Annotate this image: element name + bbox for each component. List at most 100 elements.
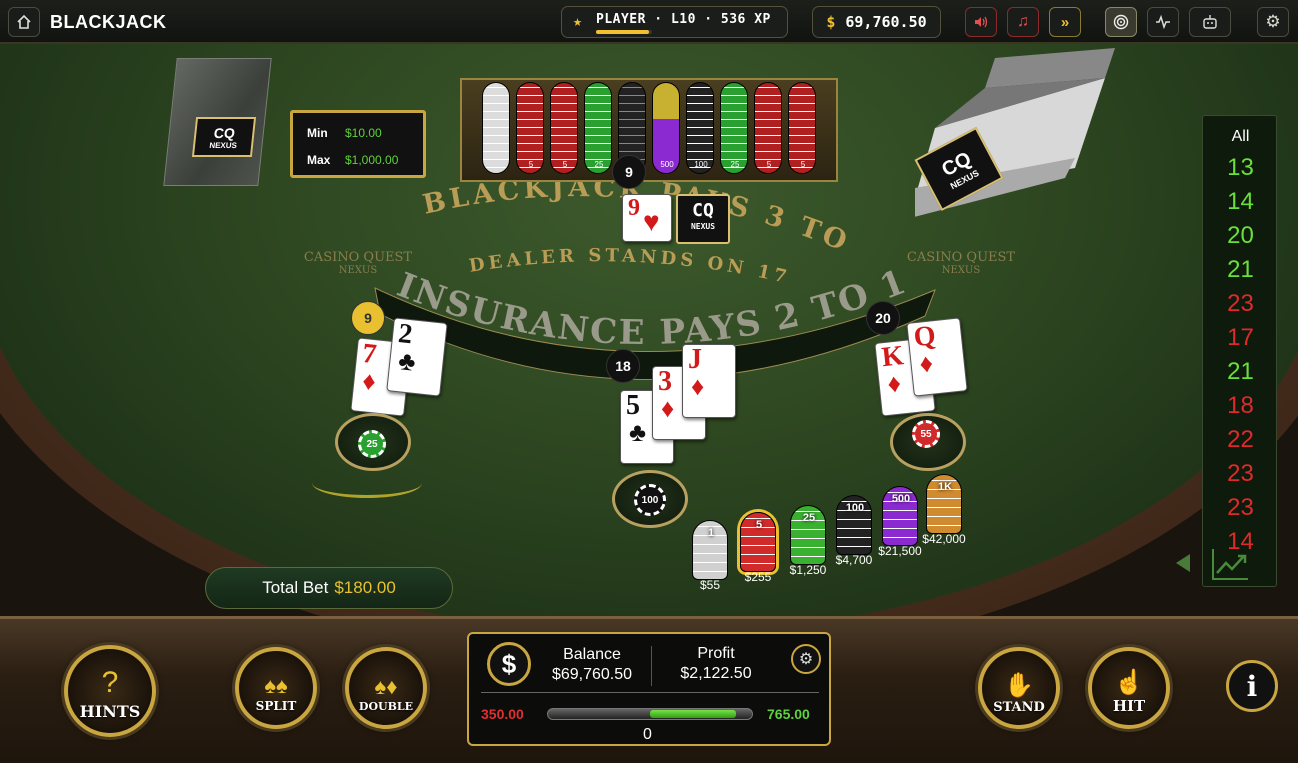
split-cards-icon: ♠♠ bbox=[264, 673, 288, 698]
history-collapse-arrow-icon[interactable] bbox=[1176, 554, 1190, 572]
stand-button[interactable]: ✋ STAND bbox=[978, 647, 1060, 729]
home-icon bbox=[17, 14, 31, 29]
history-result: 22 bbox=[1227, 426, 1254, 453]
tray-chip-column: 500 bbox=[652, 82, 680, 174]
chip-stack-value: 1 bbox=[707, 527, 715, 539]
game-root: BLACKJACK PAYS 3 TO 2 DEALER STANDS ON 1… bbox=[0, 0, 1298, 763]
history-result: 21 bbox=[1227, 358, 1254, 385]
history-filter-all[interactable]: All bbox=[1203, 128, 1276, 146]
hand2-score: 18 bbox=[606, 349, 640, 383]
tray-chip-column: 25 bbox=[584, 82, 612, 174]
dealer-hole-card: CQ NEXUS bbox=[676, 194, 730, 244]
music-button[interactable]: ♫ bbox=[1007, 7, 1039, 37]
panel-divider bbox=[651, 646, 652, 686]
discard-logo: CQ NEXUS bbox=[191, 117, 257, 157]
double-cards-icon: ♠♦ bbox=[374, 674, 398, 699]
activity-icon bbox=[1156, 15, 1170, 29]
balance-label: Balance bbox=[563, 646, 621, 663]
table-limits: Min $10.00 Max $1,000.00 bbox=[290, 110, 426, 178]
history-result: 23 bbox=[1227, 460, 1254, 487]
target-icon bbox=[1113, 14, 1129, 30]
hand3-score: 20 bbox=[866, 301, 900, 335]
chip-stack-value: 5 bbox=[755, 519, 763, 531]
profit-value: $2,122.50 bbox=[680, 665, 752, 682]
tray-chip-column bbox=[482, 82, 510, 174]
hand1-score: 9 bbox=[351, 301, 385, 335]
info-button[interactable]: i bbox=[1226, 660, 1278, 712]
player-level-text: PLAYER · L10 · 536 XP bbox=[596, 12, 771, 27]
tray-chip-column: 25 bbox=[720, 82, 748, 174]
chip-stack-1K[interactable]: 1K bbox=[926, 474, 962, 534]
chip-stack-value: 1K bbox=[937, 481, 953, 493]
volume-icon bbox=[975, 16, 988, 28]
range-low-value: 350.00 bbox=[481, 706, 524, 722]
total-bet-label: Total Bet bbox=[262, 578, 329, 597]
history-result: 23 bbox=[1227, 494, 1254, 521]
chip-stack-amount: $21,500 bbox=[878, 544, 922, 558]
hand1-card2: 2 ♣ bbox=[386, 317, 448, 397]
history-result: 23 bbox=[1227, 290, 1254, 317]
history-result: 21 bbox=[1227, 256, 1254, 283]
panel-settings-icon[interactable]: ⚙ bbox=[791, 644, 821, 674]
tray-chip-column: 5 bbox=[516, 82, 544, 174]
music-icon: ♫ bbox=[1017, 13, 1029, 30]
history-result: 20 bbox=[1227, 222, 1254, 249]
hit-button[interactable]: ☝ HIT bbox=[1088, 647, 1170, 729]
split-button[interactable]: ♠♠ SPLIT bbox=[235, 647, 317, 729]
robot-icon bbox=[1203, 15, 1217, 29]
history-result: 18 bbox=[1227, 392, 1254, 419]
profit-range-track bbox=[547, 708, 753, 720]
hand3-card2: Q ♦ bbox=[906, 317, 968, 397]
balance-display: 69,760.50 bbox=[845, 13, 927, 31]
dollar-icon[interactable]: $ bbox=[487, 642, 531, 686]
autoplay-button[interactable] bbox=[1189, 7, 1231, 37]
history-result: 13 bbox=[1227, 154, 1254, 181]
max-label: Max bbox=[307, 153, 331, 167]
brand-logo-left: CASINO QUEST NEXUS bbox=[303, 250, 413, 276]
fast-forward-icon: » bbox=[1060, 13, 1070, 31]
xp-progress-bar bbox=[596, 30, 652, 34]
home-button[interactable] bbox=[8, 7, 40, 37]
hints-button[interactable]: ? HINTS bbox=[64, 645, 156, 737]
hand-tap-icon: ☝ bbox=[1114, 669, 1144, 696]
balance-pill: $ 69,760.50 bbox=[812, 6, 941, 38]
dealer-score: 9 bbox=[612, 155, 646, 189]
lightbulb-icon: ? bbox=[101, 666, 119, 699]
app-title: BLACKJACK bbox=[50, 12, 167, 32]
target-button[interactable] bbox=[1105, 7, 1137, 37]
tray-chip-column: 5 bbox=[754, 82, 782, 174]
hand2-card3: J ♦ bbox=[682, 344, 736, 418]
player-level-pill[interactable]: ★ PLAYER · L10 · 536 XP bbox=[561, 6, 788, 38]
balance-value: $69,760.50 bbox=[551, 666, 633, 683]
stats-button[interactable] bbox=[1147, 7, 1179, 37]
fast-play-button[interactable]: » bbox=[1049, 7, 1081, 37]
info-icon: i bbox=[1246, 669, 1258, 703]
currency-symbol: $ bbox=[826, 13, 836, 31]
top-bar: BLACKJACK ★ PLAYER · L10 · 536 XP $ 69,7… bbox=[0, 0, 1298, 44]
hand-stop-icon: ✋ bbox=[1004, 672, 1034, 699]
results-history[interactable]: All 13 14 20 21 23 17 21 18 22 23 23 14 bbox=[1202, 115, 1277, 587]
tray-chip-column: 5 bbox=[550, 82, 578, 174]
range-high-value: 765.00 bbox=[767, 706, 810, 722]
total-bet: Total Bet $180.00 bbox=[205, 567, 453, 609]
settings-button[interactable]: ⚙ bbox=[1257, 7, 1289, 37]
balance-panel: $ Balance $69,760.50 Profit $2,122.50 ⚙ … bbox=[467, 632, 831, 746]
settings-icon: ⚙ bbox=[1265, 12, 1281, 31]
felt-text-dealer: DEALER STANDS ON 17 bbox=[468, 245, 793, 288]
chip-stack-value: 100 bbox=[845, 502, 865, 514]
brand-logo-right: CASINO QUEST NEXUS bbox=[906, 250, 1016, 276]
dealer-card: 9 ♥ bbox=[622, 194, 672, 242]
sound-button[interactable] bbox=[965, 7, 997, 37]
min-value: $10.00 bbox=[345, 126, 382, 140]
tray-chip-column: 5 bbox=[788, 82, 816, 174]
chart-trend-icon[interactable] bbox=[1210, 546, 1250, 582]
max-value: $1,000.00 bbox=[345, 153, 399, 167]
hand3-bet-chip: 55 bbox=[912, 420, 940, 448]
range-center-value: 0 bbox=[643, 726, 652, 743]
history-result: 17 bbox=[1227, 324, 1254, 351]
double-button[interactable]: ♠♦ DOUBLE bbox=[345, 647, 427, 729]
chip-stack-value: 25 bbox=[802, 512, 816, 524]
active-hand-glow bbox=[312, 468, 422, 498]
chip-stack-value: 500 bbox=[891, 493, 911, 505]
hand2-bet-chip: 100 bbox=[634, 484, 666, 516]
